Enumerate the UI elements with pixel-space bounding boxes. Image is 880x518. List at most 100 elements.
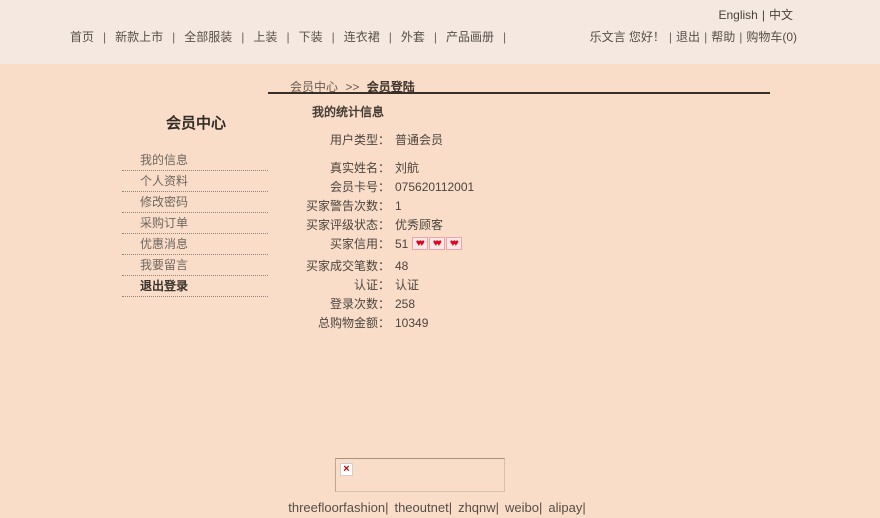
nav-separator: | — [286, 30, 289, 44]
sidebar-item[interactable]: 优惠消息 — [122, 234, 268, 255]
nav-link[interactable]: 首页 — [70, 30, 94, 44]
nav-separator: | — [434, 30, 437, 44]
stats-label-text: 认证 — [354, 278, 378, 292]
footer-link[interactable]: zhqnw — [458, 500, 496, 515]
stats-row: 会员卡号： 075620112001 — [270, 178, 474, 197]
nav-separator: | — [172, 30, 175, 44]
user-greeting: 乐文言 您好！ — [590, 30, 665, 44]
sidebar-item[interactable]: 采购订单 — [122, 213, 268, 234]
stats-row: 认证：认证 — [270, 276, 474, 295]
stats-label: 买家警告次数： — [270, 197, 390, 216]
broken-image-icon: × — [340, 463, 353, 476]
stats-value: 普通会员 — [395, 133, 443, 147]
nav-separator: | — [332, 30, 335, 44]
main-nav: 首页 | 新款上市 | 全部服装 | 上装 | 下装 | 连衣裙 | 外套 | 产品画册 | — [70, 28, 515, 45]
stats-label-colon: ： — [378, 259, 390, 273]
stats-label: 买家信用： — [270, 235, 390, 254]
footer-separator: | — [385, 500, 388, 515]
stats-row: 用户类型： 普通会员 — [270, 131, 474, 150]
stats-value: 10349 — [395, 316, 428, 330]
stats-panel: 用户类型：普通会员真实姓名：刘航会员卡号：075620112001买家警告次数：… — [270, 131, 474, 333]
stats-value: 51 — [395, 237, 408, 251]
stats-value: 优秀顾客 — [395, 218, 443, 232]
sidebar-menu: 我的信息个人资料修改密码采购订单优惠消息我要留言退出登录 — [122, 150, 268, 297]
account-link[interactable]: 退出 — [676, 30, 700, 44]
stats-value: 认证 — [395, 278, 419, 292]
stats-label-text: 登录次数 — [330, 297, 378, 311]
footer-separator: | — [496, 500, 499, 515]
nav-separator: | — [103, 30, 106, 44]
stats-value: 258 — [395, 297, 415, 311]
stats-label-colon: ： — [378, 133, 390, 147]
footer-separator: | — [449, 500, 452, 515]
stats-label: 认证： — [270, 276, 390, 295]
stats-row: 买家评级状态： 优秀顾客 — [270, 216, 474, 235]
stats-label-colon: ： — [378, 278, 390, 292]
stats-row: 总购物金额： 10349 — [270, 314, 474, 333]
stats-value: 1 — [395, 199, 402, 213]
account-link[interactable]: 帮助 — [711, 30, 735, 44]
account-separator: | — [739, 30, 742, 44]
nav-link[interactable]: 连衣裙 — [344, 30, 380, 44]
sidebar-item[interactable]: 个人资料 — [122, 171, 268, 192]
stats-label: 买家成交笔数： — [270, 257, 390, 276]
stats-label-colon: ： — [378, 161, 390, 175]
account-separator: | — [704, 30, 707, 44]
stats-label-text: 买家评级状态 — [306, 218, 378, 232]
sidebar-item[interactable]: 我的信息 — [122, 150, 268, 171]
nav-link[interactable]: 上装 — [253, 30, 277, 44]
footer-link[interactable]: threefloorfashion — [288, 500, 385, 515]
nav-separator: | — [241, 30, 244, 44]
stats-label-colon: ： — [378, 237, 390, 251]
breadcrumb-divider — [268, 92, 770, 94]
account-link[interactable]: 购物车(0) — [746, 30, 797, 44]
stats-label-text: 真实姓名 — [330, 161, 378, 175]
nav-link[interactable]: 新款上市 — [115, 30, 163, 44]
footer-link[interactable]: weibo — [505, 500, 539, 515]
stats-label-text: 买家警告次数 — [306, 199, 378, 213]
nav-link[interactable]: 全部服装 — [184, 30, 232, 44]
stats-row: 买家信用：51♥♥♥♥♥♥ — [270, 235, 474, 254]
nav-link[interactable]: 下装 — [299, 30, 323, 44]
stats-value: 075620112001 — [395, 180, 474, 194]
credit-hearts: ♥♥♥♥♥♥ — [412, 237, 463, 251]
sidebar-item[interactable]: 我要留言 — [122, 255, 268, 276]
lang-option[interactable]: English — [719, 8, 758, 22]
footer-link[interactable]: theoutnet — [394, 500, 448, 515]
stats-label-colon: ： — [378, 180, 390, 194]
stats-label-text: 总购物金额 — [318, 316, 378, 330]
stats-value: 刘航 — [395, 161, 419, 175]
stats-label: 总购物金额： — [270, 314, 390, 333]
stats-label-colon: ： — [378, 297, 390, 311]
sidebar-item[interactable]: 退出登录 — [122, 276, 268, 297]
stats-label-colon: ： — [378, 218, 390, 232]
nav-separator: | — [389, 30, 392, 44]
sidebar-item[interactable]: 修改密码 — [122, 192, 268, 213]
stats-label-text: 会员卡号 — [330, 180, 378, 194]
heart-rating-icon: ♥♥ — [412, 237, 428, 250]
nav-separator: | — [503, 30, 506, 44]
nav-link[interactable]: 产品画册 — [446, 30, 494, 44]
stats-value: 48 — [395, 259, 408, 273]
stats-row: 买家警告次数： 1 — [270, 197, 474, 216]
nav-link[interactable]: 外套 — [401, 30, 425, 44]
stats-label: 真实姓名： — [270, 159, 390, 178]
heart-rating-icon: ♥♥ — [446, 237, 462, 250]
sidebar: 会员中心 我的信息个人资料修改密码采购订单优惠消息我要留言退出登录 — [122, 112, 268, 297]
footer-separator: | — [582, 500, 585, 515]
stats-title: 我的统计信息 — [312, 103, 384, 120]
footer-link[interactable]: alipay — [548, 500, 582, 515]
footer-links: threefloorfashion|theoutnet|zhqnw|weibo|… — [0, 500, 880, 515]
stats-label: 买家评级状态： — [270, 216, 390, 235]
sidebar-title: 会员中心 — [166, 112, 268, 133]
broken-image-placeholder: × — [335, 458, 505, 492]
stats-label: 用户类型： — [270, 131, 390, 150]
stats-label-text: 买家信用 — [330, 237, 378, 251]
stats-label-text: 买家成交笔数 — [306, 259, 378, 273]
member-center-page: English|中文 首页|新款上市|全部服装|上装|下装|连衣裙|外套|产品画… — [0, 0, 880, 518]
stats-label: 会员卡号： — [270, 178, 390, 197]
heart-rating-icon: ♥♥ — [429, 237, 445, 250]
account-bar: 乐文言 您好！|退出|帮助|购物车(0) — [590, 28, 797, 45]
lang-option[interactable]: 中文 — [769, 8, 793, 22]
language-switcher: English|中文 — [719, 6, 794, 23]
